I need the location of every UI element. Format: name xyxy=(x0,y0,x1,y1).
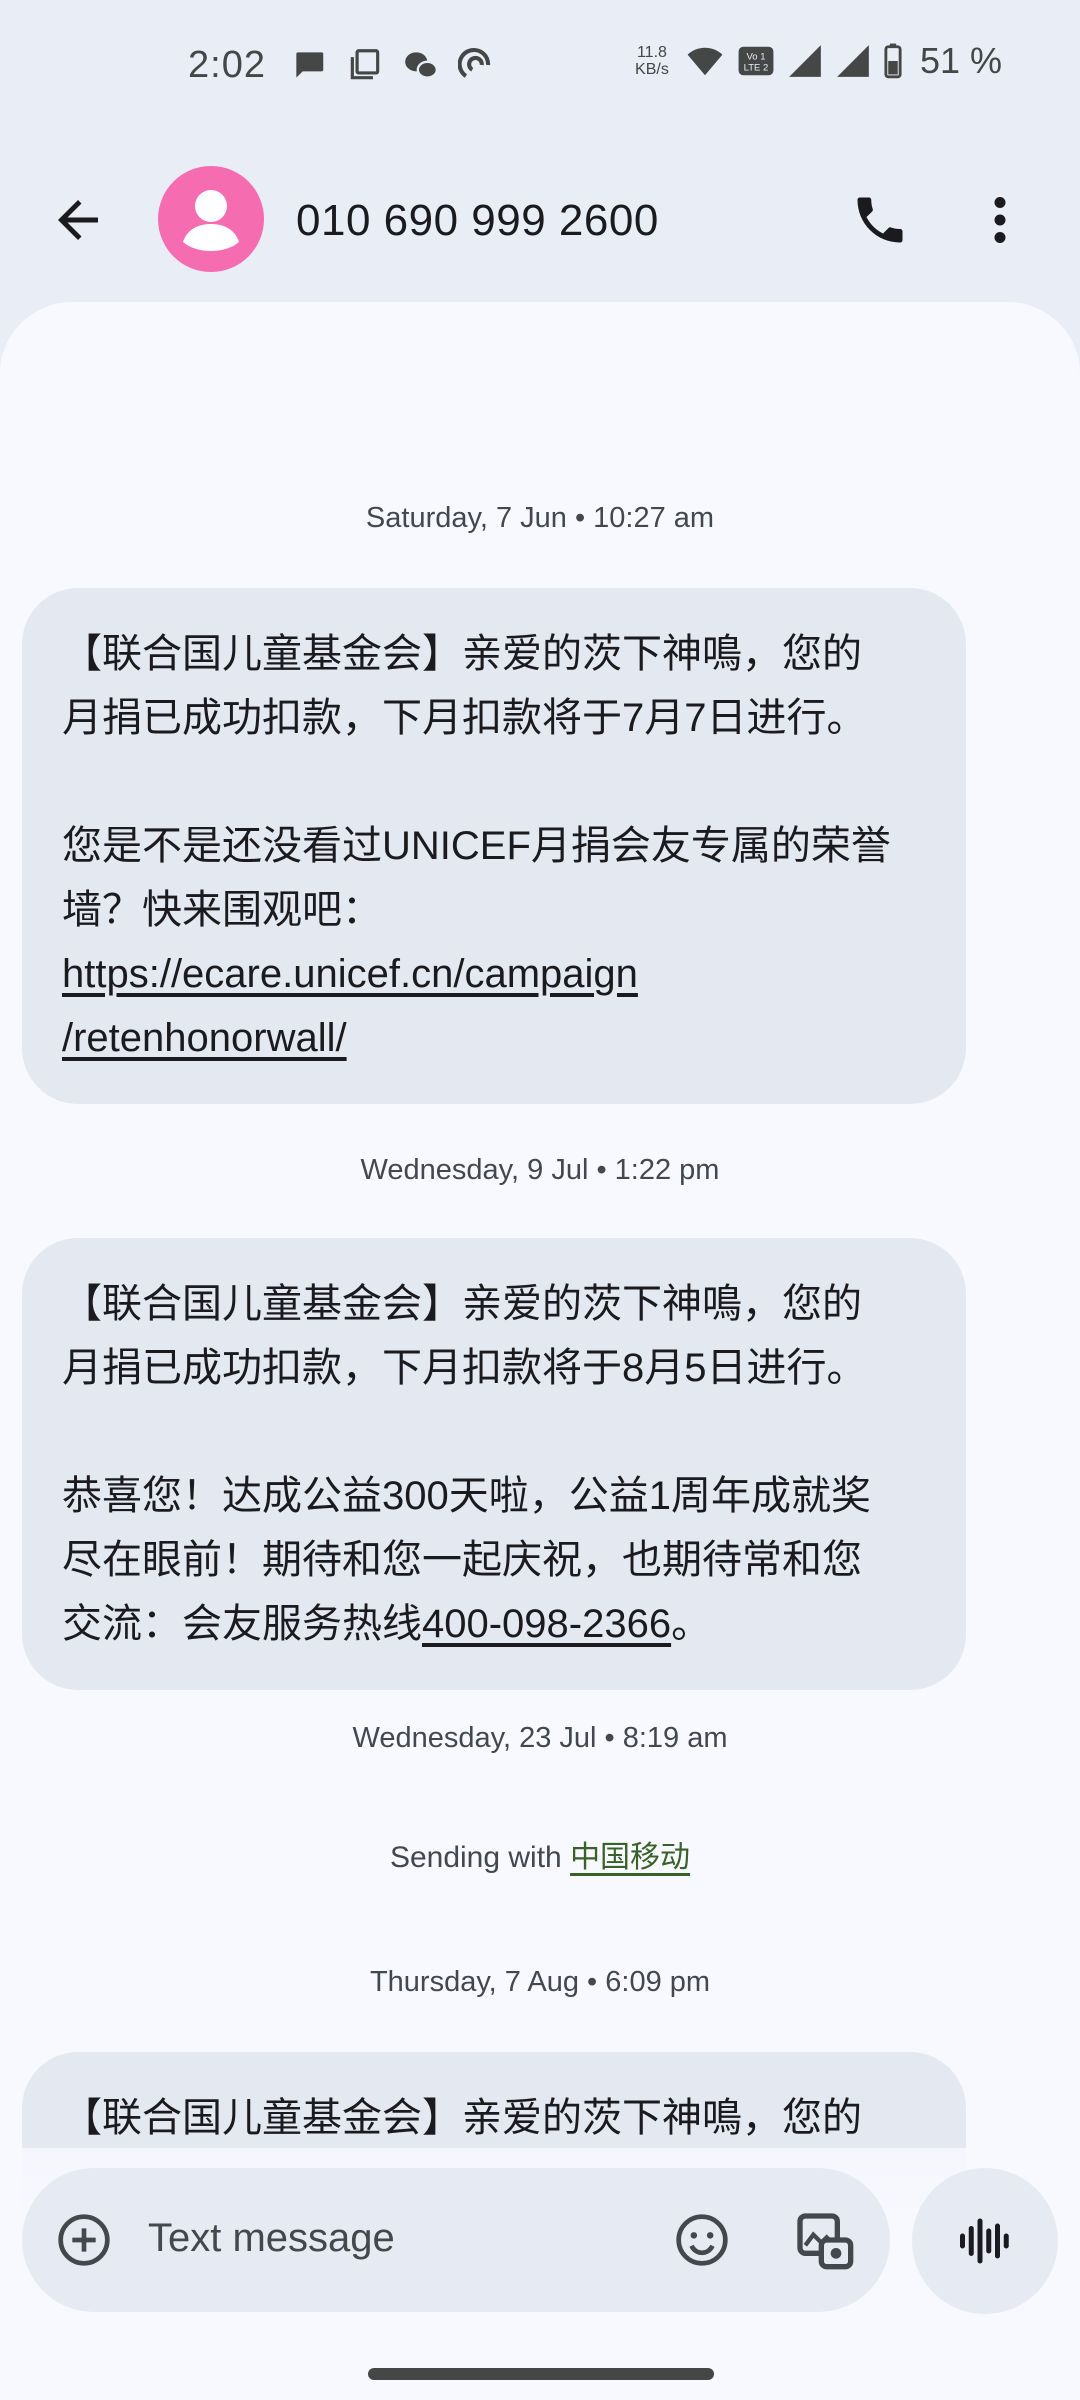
message-timestamp: Wednesday, 9 Jul • 1:22 pm xyxy=(360,1154,720,1186)
conversation-header: 010 690 999 2600 xyxy=(0,160,1080,280)
compose-bar[interactable]: Text message xyxy=(22,2168,890,2312)
message-input[interactable]: Text message xyxy=(148,2216,395,2261)
back-arrow-icon[interactable] xyxy=(48,190,108,250)
signal-icon xyxy=(789,45,821,77)
message-text: 您是不是还没看过UNICEF月捐会友专属的荣誉 xyxy=(62,824,891,868)
net-speed: 11.8 KB/s xyxy=(635,44,669,78)
message-text: 尽在眼前！期待和您一起庆祝，也期待常和您 xyxy=(62,1538,862,1582)
message-text: 【联合国儿童基金会】亲爱的茨下神鳴，您的 xyxy=(62,2096,862,2140)
message-timestamp: Saturday, 7 Jun • 10:27 am xyxy=(365,502,715,534)
message-text: 月捐已成功扣款，下月扣款将于7月7日进行。 xyxy=(62,696,867,740)
status-bar: 2:02 11.8 KB/s Vo 1 LTE 2 51 % xyxy=(0,0,1080,130)
message-timestamp: Thursday, 7 Aug • 6:09 pm xyxy=(369,1966,711,1998)
message-bubble[interactable]: 【联合国儿童基金会】亲爱的茨下神鳴，您的 月捐已成功扣款，下月扣款将于7月7日进… xyxy=(22,588,966,1104)
message-text: 恭喜您！达成公益300天啦，公益1周年成就奖 xyxy=(62,1474,871,1518)
svg-text:Vo 1: Vo 1 xyxy=(746,51,765,62)
carrier-link[interactable]: 中国移动 xyxy=(570,1841,690,1874)
message-link[interactable]: https://ecare.unicef.cn/campaign xyxy=(62,952,638,996)
phone-icon[interactable] xyxy=(850,190,910,250)
message-text: 【联合国儿童基金会】亲爱的茨下神鳴，您的 xyxy=(62,632,862,676)
battery-icon xyxy=(884,43,902,79)
signal-icon xyxy=(837,45,869,77)
avatar[interactable] xyxy=(158,166,264,272)
copy-icon xyxy=(350,49,380,80)
message-timestamp: Wednesday, 23 Jul • 8:19 am xyxy=(352,1722,728,1754)
message-text: 月捐已成功扣款，下月扣款将于8月5日进行。 xyxy=(62,1346,867,1390)
emoji-icon[interactable] xyxy=(674,2212,730,2268)
hotline-link[interactable]: 400-098-2366 xyxy=(422,1602,671,1646)
battery-level: 51 % xyxy=(919,40,1002,81)
message-text: 。 xyxy=(671,1602,712,1646)
message-text: 墙？快来围观吧： xyxy=(62,888,382,932)
gesture-nav-bar[interactable] xyxy=(368,2368,714,2380)
voice-message-button[interactable] xyxy=(912,2168,1058,2314)
svg-text:LTE 2: LTE 2 xyxy=(744,63,769,74)
more-vert-icon[interactable] xyxy=(980,190,1020,250)
voice-icon xyxy=(960,2218,1009,2264)
message-bubble[interactable]: 【联合国儿童基金会】亲爱的茨下神鳴，您的 月捐已成功扣款，下月扣款将于8月5日进… xyxy=(22,1238,966,1690)
message-text: 【联合国儿童基金会】亲爱的茨下神鳴，您的 xyxy=(62,1282,862,1326)
wifi-icon xyxy=(687,47,723,76)
message-list[interactable]: Saturday, 7 Jun • 10:27 am 【联合国儿童基金会】亲爱的… xyxy=(0,302,1080,2400)
chat-bubble-icon xyxy=(296,52,324,78)
message-text: 交流：会友服务热线 xyxy=(62,1602,422,1646)
message-link[interactable]: /retenhonorwall/ xyxy=(62,1016,347,1060)
sending-info: Sending with 中国移动 xyxy=(389,1841,691,1874)
wechat-icon xyxy=(405,52,439,79)
contact-name[interactable]: 010 690 999 2600 xyxy=(296,196,659,246)
gallery-icon[interactable] xyxy=(792,2208,856,2272)
sync-icon xyxy=(458,47,491,78)
status-time: 2:02 xyxy=(188,44,266,86)
add-circle-icon[interactable] xyxy=(56,2212,112,2268)
person-icon xyxy=(183,190,239,251)
volte-icon: Vo 1LTE 2 xyxy=(738,46,774,76)
